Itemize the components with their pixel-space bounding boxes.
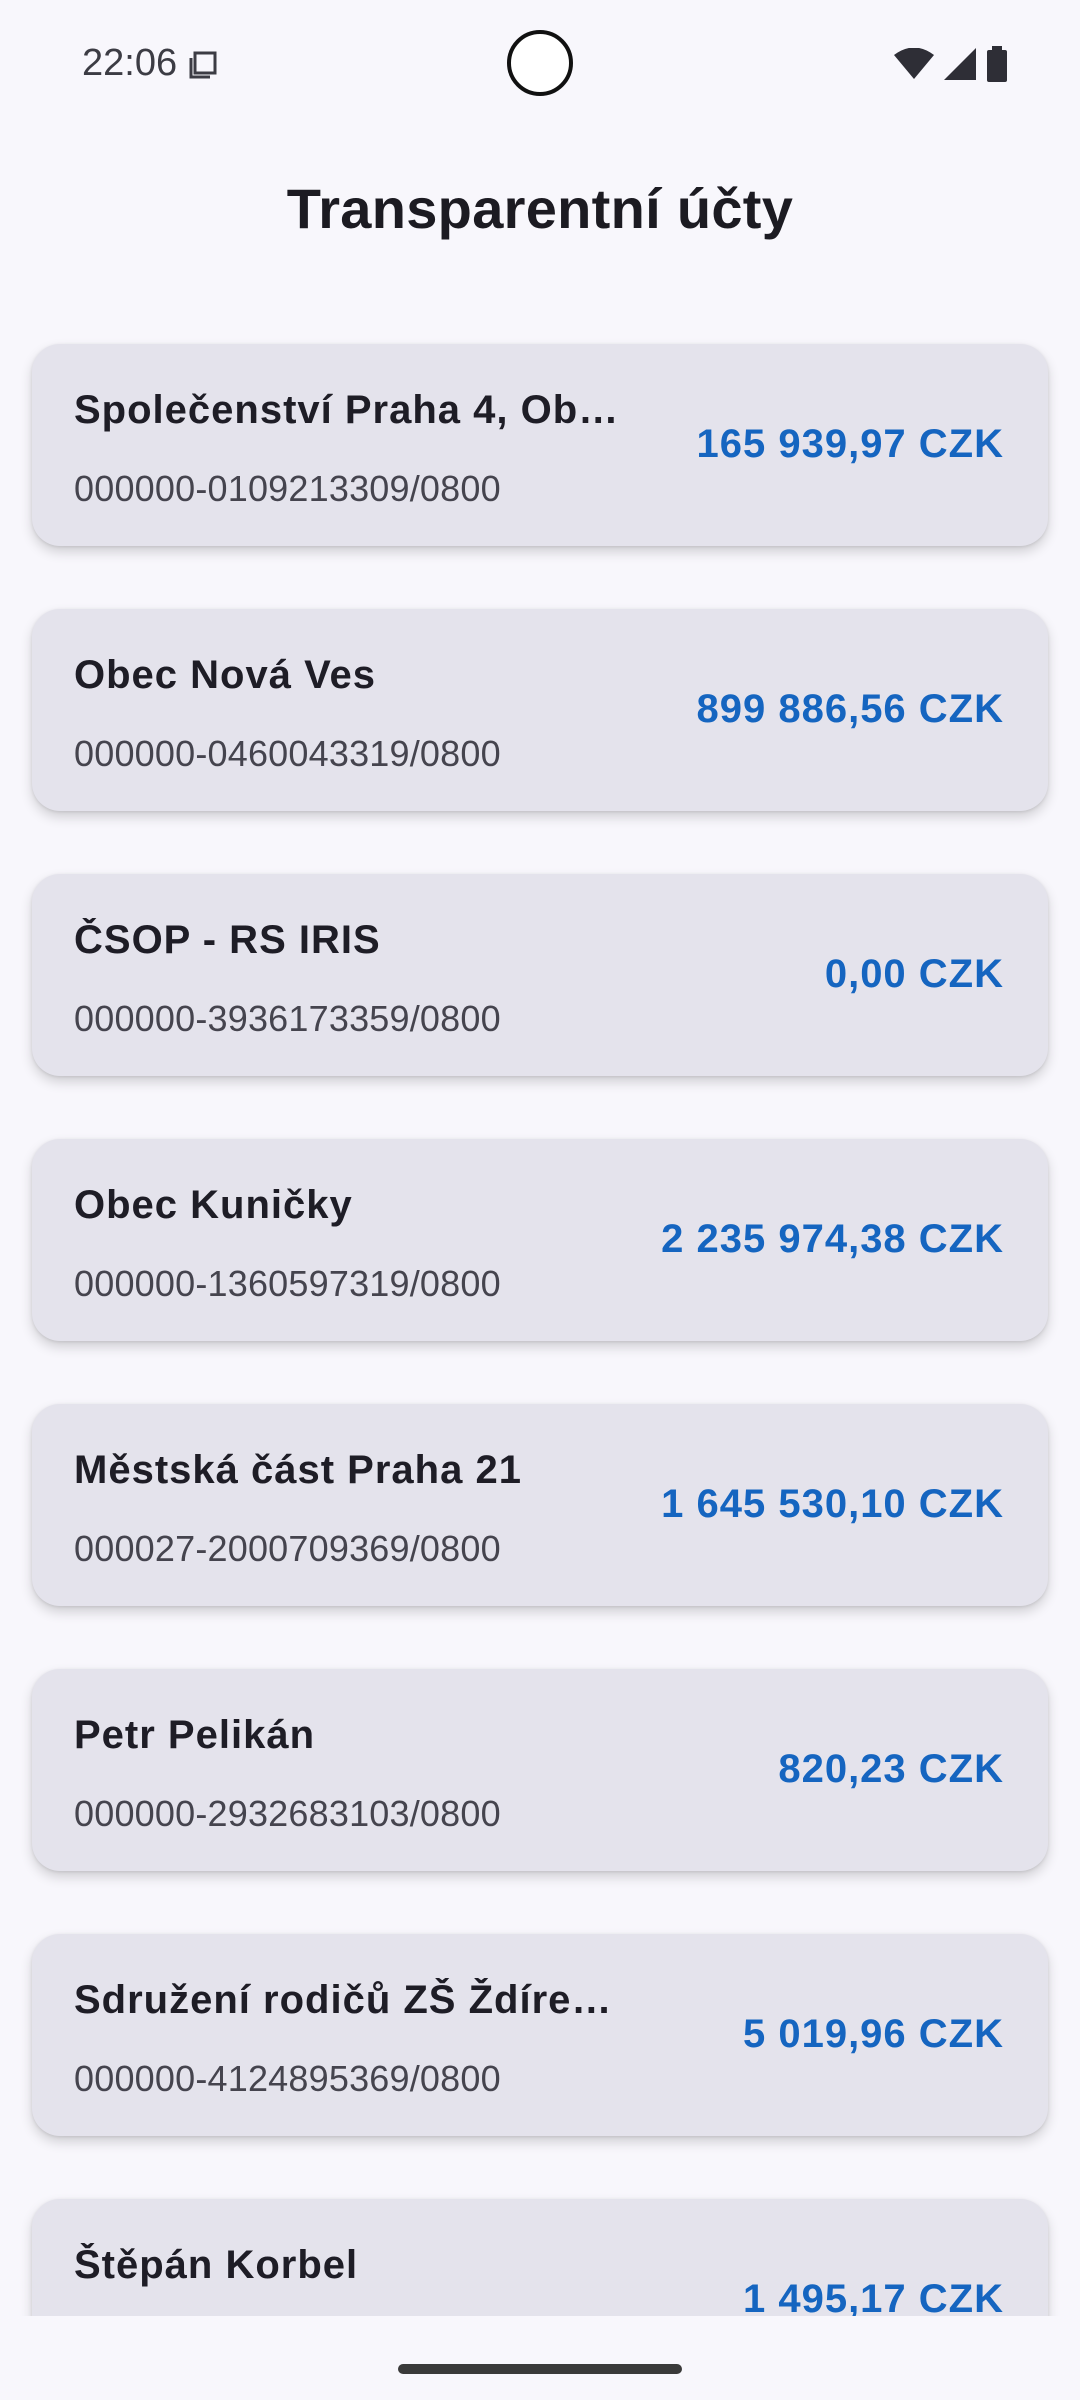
account-name: Obec Nová Ves <box>74 653 377 697</box>
camera-cutout <box>507 30 573 96</box>
account-balance: 0,00 CZK <box>824 952 1004 996</box>
wifi-icon <box>894 48 934 80</box>
account-name: ČSOP - RS IRIS <box>74 918 381 962</box>
page-title: Transparentní účty <box>286 177 794 240</box>
account-balance: 820,23 CZK <box>778 1747 1004 1791</box>
account-name: Obec Kuničky <box>74 1183 353 1227</box>
account-number: 000000-0109213309/0800 <box>74 468 501 509</box>
account-card[interactable]: Společenství Praha 4, Obě… 000000-010921… <box>32 344 1048 546</box>
status-icons <box>894 46 1008 82</box>
account-card[interactable]: ČSOP - RS IRIS 000000-3936173359/0800 0,… <box>32 874 1048 1076</box>
account-card[interactable]: Městská část Praha 21 000027-2000709369/… <box>32 1404 1048 1606</box>
account-number: 000000-2932683103/0800 <box>74 1793 501 1834</box>
account-name: Městská část Praha 21 <box>74 1448 522 1492</box>
status-bar: 22:06 <box>0 0 1080 128</box>
account-balance: 2 235 974,38 CZK <box>661 1217 1004 1261</box>
account-balance: 165 939,97 CZK <box>696 422 1004 466</box>
account-name: Petr Pelikán <box>74 1713 316 1757</box>
account-name: Společenství Praha 4, Obě… <box>74 388 634 432</box>
screenshot-icon <box>188 50 218 80</box>
battery-icon <box>986 46 1008 82</box>
account-balance: 899 886,56 CZK <box>696 687 1004 731</box>
account-card[interactable]: Obec Kuničky 000000-1360597319/0800 2 23… <box>32 1139 1048 1341</box>
cellular-signal-icon <box>944 48 976 80</box>
account-balance: 1 645 530,10 CZK <box>661 1482 1004 1526</box>
account-card[interactable]: Petr Pelikán 000000-2932683103/0800 820,… <box>32 1669 1048 1871</box>
account-name: Sdružení rodičů ZŠ Ždírec na… <box>74 1978 634 2022</box>
screen: 22:06 Transparentní účty Společenství Pr… <box>0 0 1080 2400</box>
account-balance: 5 019,96 CZK <box>742 2012 1004 2056</box>
account-number: 000000-0460043319/0800 <box>74 733 501 774</box>
account-card[interactable]: Sdružení rodičů ZŠ Ždírec na… 000000-412… <box>32 1934 1048 2136</box>
home-indicator[interactable] <box>398 2364 682 2374</box>
navigation-bar <box>0 2316 1080 2400</box>
account-name: Štěpán Korbel <box>74 2243 359 2287</box>
account-number: 000000-4124895369/0800 <box>74 2058 501 2099</box>
status-time: 22:06 <box>82 42 178 84</box>
account-number: 000027-2000709369/0800 <box>74 1528 501 1569</box>
account-number: 000000-1360597319/0800 <box>74 1263 501 1304</box>
account-number: 000000-3936173359/0800 <box>74 998 501 1039</box>
account-card[interactable]: Obec Nová Ves 000000-0460043319/0800 899… <box>32 609 1048 811</box>
